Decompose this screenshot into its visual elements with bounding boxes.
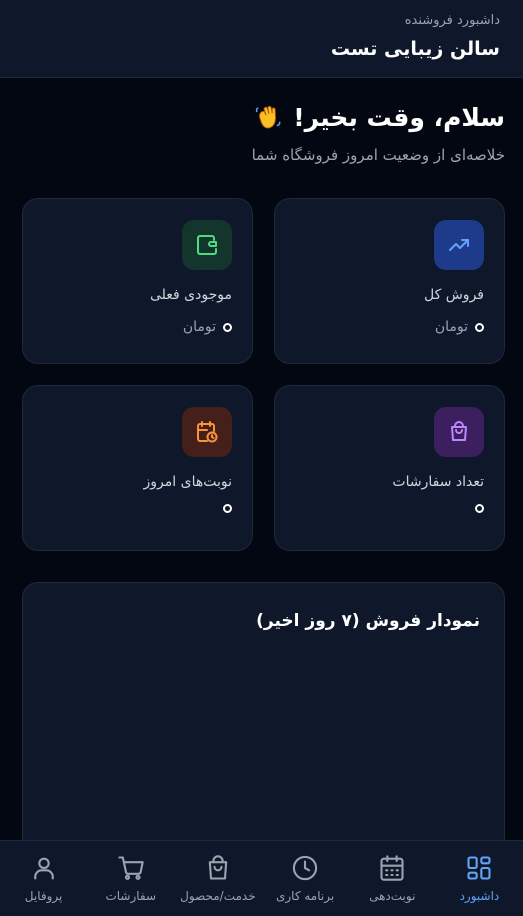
total-sales-label: فروش کل (424, 287, 484, 303)
zero-indicator (223, 322, 232, 332)
waving-hand-icon (256, 105, 281, 129)
shopping-bag-icon (208, 855, 228, 880)
total-sales-value: تومان (435, 317, 484, 337)
zero-indicator (475, 322, 484, 332)
nav-dashboard-label: داشبورد (459, 889, 500, 903)
shopping-bag-icon (434, 407, 484, 457)
balance-value: تومان (183, 317, 232, 337)
greeting-title: سلام، وقت بخیر! (293, 103, 505, 132)
wallet-icon (182, 220, 232, 270)
orders-count-label: تعداد سفارشات (392, 474, 484, 490)
total-sales-card: فروش کل تومان (274, 198, 505, 364)
zero-indicator (223, 504, 232, 513)
sales-chart-card: نمودار فروش (۷ روز اخیر) (22, 582, 505, 840)
appointments-today-label: نوبت‌های امروز (143, 474, 232, 490)
clock-icon (292, 855, 318, 881)
trending-up-icon (434, 220, 484, 270)
nav-dashboard[interactable]: داشبورد (436, 841, 523, 916)
bottom-nav: داشبورد نوبت‌دهی برنامه کاری (0, 840, 523, 916)
dashboard-grid-icon (467, 856, 491, 880)
nav-booking-label: نوبت‌دهی (369, 889, 416, 903)
balance-unit: تومان (182, 319, 216, 335)
nav-profile[interactable]: پروفایل (0, 841, 87, 916)
nav-booking[interactable]: نوبت‌دهی (349, 841, 436, 916)
orders-count-value (475, 504, 484, 513)
calendar-icon (380, 855, 404, 881)
header-subtitle: داشبورد فروشنده (404, 13, 500, 28)
greeting-subtitle: خلاصه‌ای از وضعیت امروز فروشگاه شما (251, 146, 505, 164)
balance-card: موجودی فعلی تومان (22, 198, 253, 364)
nav-schedule-label: برنامه کاری (275, 889, 335, 903)
calendar-clock-icon (182, 407, 232, 457)
app: داشبورد فروشنده سالن زیبایی تست سلام، وق… (0, 0, 523, 916)
orders-count-card: تعداد سفارشات (274, 385, 505, 551)
appointments-today-card: نوبت‌های امروز (22, 385, 253, 551)
appointments-today-value (223, 504, 232, 513)
nav-schedule[interactable]: برنامه کاری (261, 841, 348, 916)
shop-title: سالن زیبایی تست (330, 38, 500, 60)
nav-orders-label: سفارشات (105, 889, 157, 903)
top-header: داشبورد فروشنده سالن زیبایی تست (0, 0, 523, 78)
nav-profile-label: پروفایل (24, 889, 63, 903)
nav-orders[interactable]: سفارشات (87, 841, 174, 916)
total-sales-unit: تومان (434, 319, 468, 335)
nav-services[interactable]: خدمت/محصول (174, 841, 261, 916)
shopping-cart-icon (118, 856, 144, 880)
greeting: سلام، وقت بخیر! (253, 100, 505, 136)
zero-indicator (475, 504, 484, 513)
dashboard-main: سلام، وقت بخیر! خلاصه‌ای از وضعیت امروز … (0, 78, 523, 840)
user-icon (33, 857, 54, 880)
sales-chart-title: نمودار فروش (۷ روز اخیر) (256, 611, 480, 631)
nav-services-label: خدمت/محصول (180, 889, 256, 903)
balance-label: موجودی فعلی (149, 287, 232, 303)
